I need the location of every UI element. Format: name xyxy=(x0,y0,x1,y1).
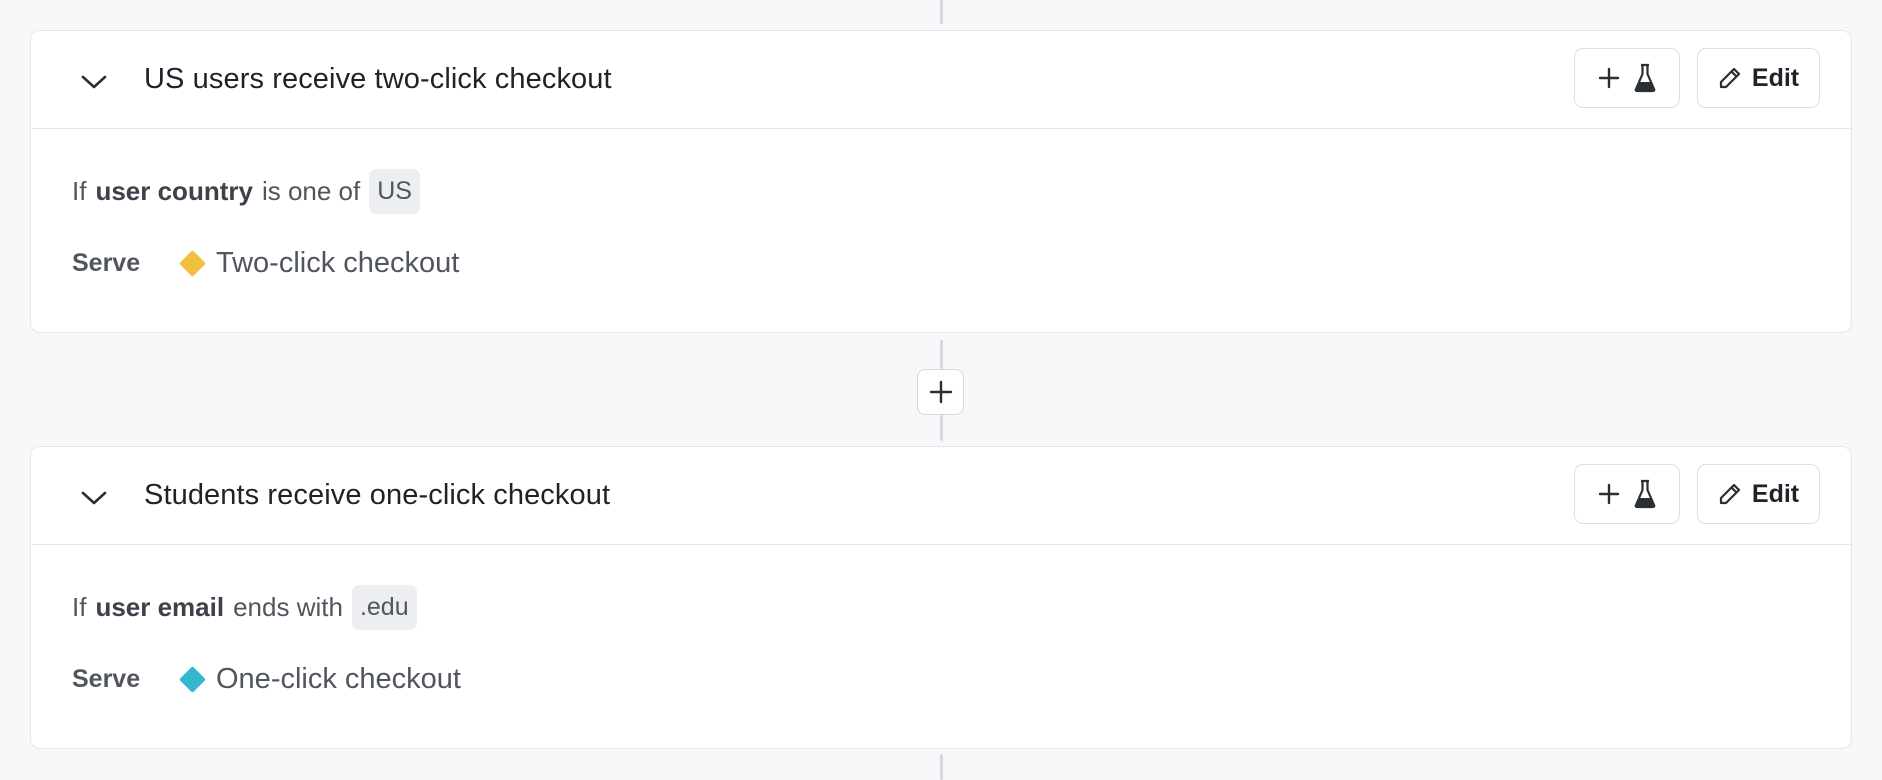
chevron-down-icon xyxy=(81,75,107,89)
serve-label: Serve xyxy=(72,665,141,693)
pencil-icon xyxy=(1719,67,1740,89)
pencil-icon xyxy=(1719,483,1740,505)
add-experiment-button[interactable] xyxy=(1574,464,1680,524)
flask-icon xyxy=(1634,479,1656,509)
condition-prefix: If xyxy=(72,592,87,622)
condition-operator: is one of xyxy=(261,176,361,206)
connector-line-upper xyxy=(940,340,943,369)
flask-icon xyxy=(1634,63,1656,93)
rule-actions: Edit xyxy=(1574,464,1820,524)
collapse-toggle[interactable] xyxy=(77,481,111,515)
variation-name: One-click checkout xyxy=(216,663,461,695)
condition-value-chip: US xyxy=(369,169,420,214)
targeting-rules-canvas: US users receive two-click checkout Edit… xyxy=(0,0,1882,780)
rule-title: Students receive one-click checkout xyxy=(144,479,611,511)
connector-line-lower xyxy=(940,415,943,441)
condition-attribute: user country xyxy=(95,176,253,206)
add-experiment-button[interactable] xyxy=(1574,48,1680,108)
condition-operator: ends with xyxy=(233,592,343,622)
variation-name: Two-click checkout xyxy=(216,247,460,279)
rule-title: US users receive two-click checkout xyxy=(144,63,612,95)
condition-attribute: user email xyxy=(95,592,225,622)
chevron-down-icon xyxy=(81,491,107,505)
connector-line-bottom xyxy=(940,754,943,780)
plus-icon xyxy=(1598,67,1620,89)
add-rule-button[interactable] xyxy=(917,369,964,415)
variation-diamond-icon xyxy=(179,250,206,277)
edit-rule-button[interactable]: Edit xyxy=(1697,48,1820,108)
edit-button-label: Edit xyxy=(1751,63,1800,92)
rule-condition: If user email ends with .edu xyxy=(72,585,417,630)
condition-value-chip: .edu xyxy=(351,585,417,630)
rule-card: US users receive two-click checkout Edit… xyxy=(30,30,1852,333)
serve-row: Serve One-click checkout xyxy=(72,663,461,696)
rule-card: Students receive one-click checkout Edit… xyxy=(30,446,1852,749)
edit-button-label: Edit xyxy=(1751,479,1800,508)
condition-prefix: If xyxy=(72,176,87,206)
edit-rule-button[interactable]: Edit xyxy=(1697,464,1820,524)
serve-row: Serve Two-click checkout xyxy=(72,247,459,280)
plus-icon xyxy=(929,380,952,404)
rule-header: Students receive one-click checkout Edit xyxy=(31,447,1851,545)
rule-actions: Edit xyxy=(1574,48,1820,108)
rule-header: US users receive two-click checkout Edit xyxy=(31,31,1851,129)
plus-icon xyxy=(1598,483,1620,505)
variation-diamond-icon xyxy=(179,666,206,693)
serve-label: Serve xyxy=(72,249,141,277)
rule-condition: If user country is one of US xyxy=(72,169,420,214)
connector-line-top xyxy=(940,0,943,24)
collapse-toggle[interactable] xyxy=(77,65,111,99)
